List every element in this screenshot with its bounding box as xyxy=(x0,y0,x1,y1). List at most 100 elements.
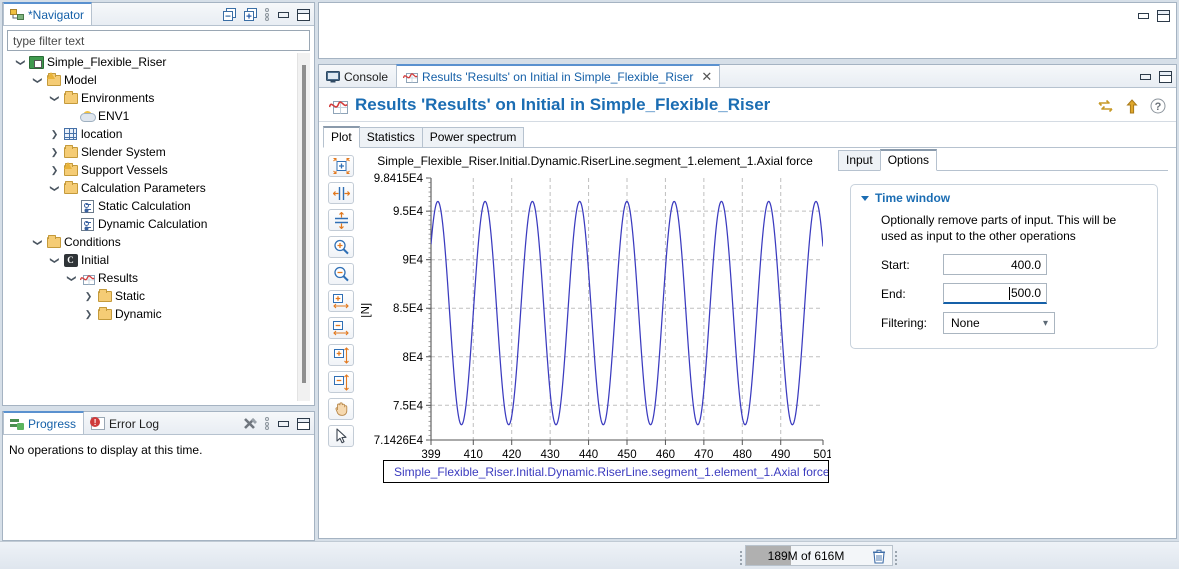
tab-power-spectrum[interactable]: Power spectrum xyxy=(422,127,525,148)
chevron-down-icon[interactable]: ❯ xyxy=(32,235,43,250)
tab-navigator[interactable]: *Navigator xyxy=(3,2,92,25)
tree-item-initial[interactable]: ❯CInitial xyxy=(7,251,310,269)
tab-error-log[interactable]: Error Log xyxy=(84,412,167,434)
zoom-out-icon[interactable] xyxy=(328,263,354,285)
navigator-tree[interactable]: ❯Simple_Flexible_Riser❯Model❯Environment… xyxy=(7,53,310,401)
minimize-icon[interactable] xyxy=(1137,10,1150,21)
chart-svg[interactable]: 7.1426E47.5E48E48.5E49E49.5E49.8415E4399… xyxy=(361,170,831,475)
zoom-out-y-icon[interactable] xyxy=(328,371,354,393)
auto-scale-x-icon[interactable] xyxy=(328,182,354,204)
tab-input[interactable]: Input xyxy=(838,150,881,171)
chevron-down-icon[interactable]: ▾ xyxy=(1043,318,1048,329)
condition-icon: C xyxy=(62,254,79,267)
folder-warn-icon xyxy=(62,165,79,176)
minimize-icon[interactable] xyxy=(1139,71,1152,82)
start-input[interactable]: 400.0 xyxy=(943,254,1047,275)
tree-item-model[interactable]: ❯Model xyxy=(7,71,310,89)
chevron-right-icon[interactable]: ❯ xyxy=(47,129,62,140)
tab-options[interactable]: Options xyxy=(880,149,937,171)
tab-statistics[interactable]: Statistics xyxy=(359,127,423,148)
chevron-down-icon[interactable]: ❯ xyxy=(66,271,77,286)
zoom-in-icon[interactable] xyxy=(328,236,354,258)
tab-results[interactable]: Results 'Results' on Initial in Simple_F… xyxy=(396,64,720,87)
tree-item-environments[interactable]: ❯ Environments xyxy=(7,89,310,107)
tree-item-simple-flexible-riser[interactable]: ❯Simple_Flexible_Riser xyxy=(7,53,310,71)
clear-icon[interactable] xyxy=(243,417,258,430)
progress-view: Progress Error Log No operations to dis xyxy=(2,411,315,541)
start-label: Start: xyxy=(881,258,943,272)
end-input[interactable]: 500.0 xyxy=(943,283,1047,304)
close-icon[interactable]: ✕ xyxy=(701,70,712,83)
progress-icon xyxy=(10,418,24,430)
filter-input-text: type filter text xyxy=(13,34,84,48)
trash-icon[interactable] xyxy=(868,548,890,564)
filter-input[interactable]: type filter text xyxy=(7,30,310,51)
chart-title: Simple_Flexible_Riser.Initial.Dynamic.Ri… xyxy=(361,154,835,168)
tree-scrollbar-thumb[interactable] xyxy=(302,65,306,383)
tab-plot[interactable]: Plot xyxy=(323,126,360,148)
tree-item-label: Environments xyxy=(79,91,154,105)
tree-item-env1[interactable]: ENV1 xyxy=(7,107,310,125)
pin-icon[interactable] xyxy=(1126,99,1138,114)
zoom-to-fit-icon[interactable] xyxy=(328,155,354,177)
zoom-out-x-icon[interactable] xyxy=(328,317,354,339)
chart-plot[interactable]: 7.1426E47.5E48E48.5E49E49.5E49.8415E4399… xyxy=(361,170,835,478)
tree-item-slender-system[interactable]: ❯ Slender System xyxy=(7,143,310,161)
tab-progress[interactable]: Progress xyxy=(3,411,84,434)
tree-item-label: Slender System xyxy=(79,145,166,159)
pan-icon[interactable] xyxy=(328,398,354,420)
zoom-in-y-icon[interactable] xyxy=(328,344,354,366)
results-icon xyxy=(403,70,418,83)
tab-console-label: Console xyxy=(344,70,388,84)
editor-area: Console Results 'Results' on Initial in … xyxy=(318,2,1177,539)
tree-scrollbar[interactable] xyxy=(297,53,310,401)
tree-item-conditions[interactable]: ❯Conditions xyxy=(7,233,310,251)
chart-y-ticklabel: 8E4 xyxy=(403,352,424,364)
tree-item-static-calculation[interactable]: Static Calculation xyxy=(7,197,310,215)
collapse-all-icon[interactable] xyxy=(223,8,237,21)
select-pointer-icon[interactable] xyxy=(328,425,354,447)
maximize-icon[interactable] xyxy=(1157,10,1170,22)
minimize-icon[interactable] xyxy=(277,418,290,429)
tree-item-static[interactable]: ❯Static xyxy=(7,287,310,305)
progress-empty-message: No operations to display at this time. xyxy=(9,443,202,457)
chevron-right-icon[interactable]: ❯ xyxy=(81,291,96,302)
filtering-select[interactable]: None ▾ xyxy=(943,312,1055,334)
chevron-down-icon[interactable]: ❯ xyxy=(15,55,26,70)
tree-item-results[interactable]: ❯Results xyxy=(7,269,310,287)
text-caret xyxy=(1009,287,1010,300)
tree-item-location[interactable]: ❯location xyxy=(7,125,310,143)
chevron-down-icon[interactable]: ❯ xyxy=(32,73,43,88)
chevron-right-icon[interactable]: ❯ xyxy=(47,147,62,158)
chevron-right-icon[interactable]: ❯ xyxy=(81,309,96,320)
chevron-down-icon[interactable]: ❯ xyxy=(49,181,60,196)
maximize-icon[interactable] xyxy=(297,9,310,21)
zoom-in-x-icon[interactable] xyxy=(328,290,354,312)
chevron-down-icon[interactable] xyxy=(861,196,869,201)
tab-results-label: Results 'Results' on Initial in Simple_F… xyxy=(422,70,693,84)
time-window-header[interactable]: Time window xyxy=(851,189,1157,207)
minimize-icon[interactable] xyxy=(277,9,290,20)
view-menu-icon[interactable] xyxy=(265,417,270,430)
chevron-right-icon[interactable]: ❯ xyxy=(47,165,62,176)
memory-monitor[interactable]: 189M of 616M xyxy=(745,545,893,566)
chart-y-ticklabel: 8.5E4 xyxy=(393,303,424,315)
tree-item-label: Calculation Parameters xyxy=(79,181,206,195)
help-icon[interactable]: ? xyxy=(1150,98,1166,114)
folder-warn-icon xyxy=(45,75,62,86)
tree-item-dynamic[interactable]: ❯Dynamic xyxy=(7,305,310,323)
chevron-down-icon[interactable]: ❯ xyxy=(49,253,60,268)
tree-item-support-vessels[interactable]: ❯Support Vessels xyxy=(7,161,310,179)
expand-all-icon[interactable] xyxy=(244,8,258,21)
tab-statistics-label: Statistics xyxy=(367,130,415,144)
tree-item-calculation-parameters[interactable]: ❯ Calculation Parameters xyxy=(7,179,310,197)
auto-scale-y-icon[interactable] xyxy=(328,209,354,231)
tree-item-dynamic-calculation[interactable]: Dynamic Calculation xyxy=(7,215,310,233)
maximize-icon[interactable] xyxy=(1159,71,1172,83)
tab-console[interactable]: Console xyxy=(319,65,396,87)
view-menu-icon[interactable] xyxy=(265,8,270,21)
error-log-icon xyxy=(91,417,105,430)
maximize-icon[interactable] xyxy=(297,418,310,430)
chevron-down-icon[interactable]: ❯ xyxy=(49,91,60,106)
link-with-editor-icon[interactable] xyxy=(1097,99,1114,114)
